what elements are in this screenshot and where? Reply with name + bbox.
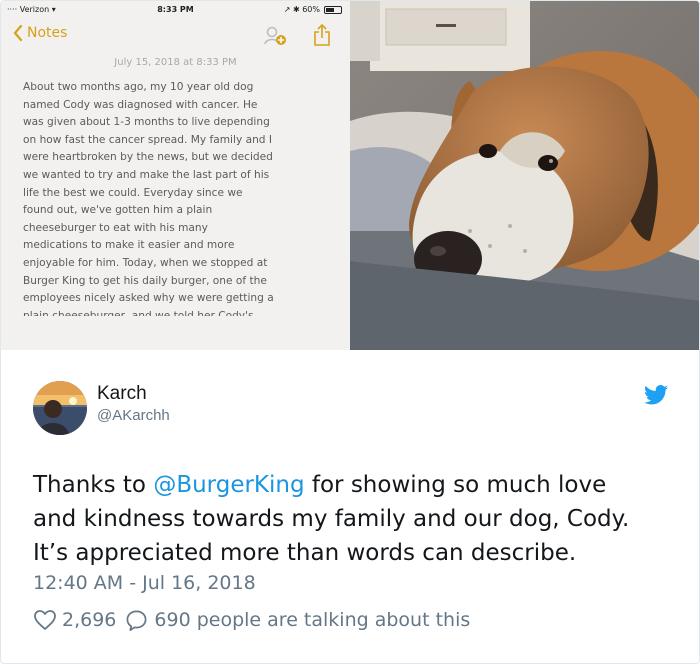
user-handle[interactable]: @AKarchh — [97, 407, 170, 424]
notes-back-label: Notes — [27, 25, 68, 41]
note-line: was given about 1-3 months to live depen… — [23, 116, 270, 129]
note-line: employees nicely asked why we were getti… — [23, 292, 274, 305]
tweet-text-segment: for showing so much love — [304, 472, 607, 498]
note-line: named Cody was diagnosed with cancer. He — [23, 98, 258, 111]
tweet-line: and kindness towards my family and our d… — [33, 506, 630, 532]
chevron-left-icon — [13, 25, 23, 41]
like-count[interactable]: 2,696 — [62, 609, 116, 631]
tweet-line: It’s appreciated more than words can des… — [33, 540, 577, 566]
bluetooth-icon: ✱ — [292, 5, 300, 14]
dog-photo[interactable] — [350, 1, 699, 350]
tweet-media[interactable]: ‧‧‧‧ Verizon ▾ 8:33 PM ↗ ✱ 60% Notes Jul… — [1, 1, 699, 350]
avatar-image — [33, 381, 87, 435]
tweet-timestamp[interactable]: 12:40 AM - Jul 16, 2018 — [33, 572, 256, 594]
mention-link[interactable]: @BurgerKing — [153, 472, 304, 498]
tweet-stats: 2,696 690 people are talking about this — [33, 608, 470, 632]
tweet-card: ‧‧‧‧ Verizon ▾ 8:33 PM ↗ ✱ 60% Notes Jul… — [0, 0, 700, 664]
note-line: life the best we could. Everyday since w… — [23, 186, 243, 199]
twitter-bird-icon[interactable] — [644, 385, 668, 405]
note-line: cheeseburger to eat with his many — [23, 221, 208, 234]
speech-bubble-icon[interactable] — [125, 609, 148, 632]
note-line: About two months ago, my 10 year old dog — [23, 81, 254, 93]
note-line: found out, we've gotten him a plain — [23, 204, 213, 217]
tweet-body: Karch @AKarchh Thanks to @BurgerKing for… — [1, 350, 699, 663]
talking-about-link[interactable]: 690 people are talking about this — [154, 609, 470, 631]
user-name[interactable]: Karch — [97, 383, 147, 405]
dog-photo-illustration — [350, 1, 699, 350]
notes-back-button[interactable]: Notes — [13, 25, 67, 41]
note-line: medications to make it easier and more — [23, 239, 235, 252]
note-line: Burger King to get his daily burger, one… — [23, 274, 267, 287]
battery-icon — [324, 6, 342, 14]
note-line: were heartbroken by the news, but we dec… — [23, 151, 273, 164]
phone-status-bar: ‧‧‧‧ Verizon ▾ 8:33 PM ↗ ✱ 60% — [1, 1, 350, 19]
note-line: on how fast the cancer spread. My family… — [23, 133, 272, 146]
note-line-cut: plain cheeseburger, and we told her Cody… — [23, 309, 254, 316]
note-line: enjoyable for him. Today, when we stoppe… — [23, 256, 268, 269]
notes-nav-bar: Notes — [1, 21, 350, 51]
tweet-text: Thanks to @BurgerKing for showing so muc… — [33, 468, 673, 570]
note-line: we wanted to try and make the last part … — [23, 168, 270, 181]
note-body: About two months ago, my 10 year old dog… — [23, 79, 333, 316]
location-icon: ↗ — [283, 5, 291, 14]
tweet-text-segment: Thanks to — [33, 472, 154, 498]
notes-screenshot[interactable]: ‧‧‧‧ Verizon ▾ 8:33 PM ↗ ✱ 60% Notes Jul… — [1, 1, 350, 350]
heart-icon[interactable] — [33, 608, 57, 632]
avatar[interactable] — [33, 381, 87, 435]
add-person-icon[interactable] — [263, 25, 287, 47]
share-upload-icon[interactable] — [313, 24, 331, 46]
note-date: July 15, 2018 at 8:33 PM — [114, 57, 237, 68]
tweet-line: Thanks to @BurgerKing for showing so muc… — [33, 468, 673, 502]
status-battery-percent: ↗ ✱ 60% — [283, 5, 320, 14]
